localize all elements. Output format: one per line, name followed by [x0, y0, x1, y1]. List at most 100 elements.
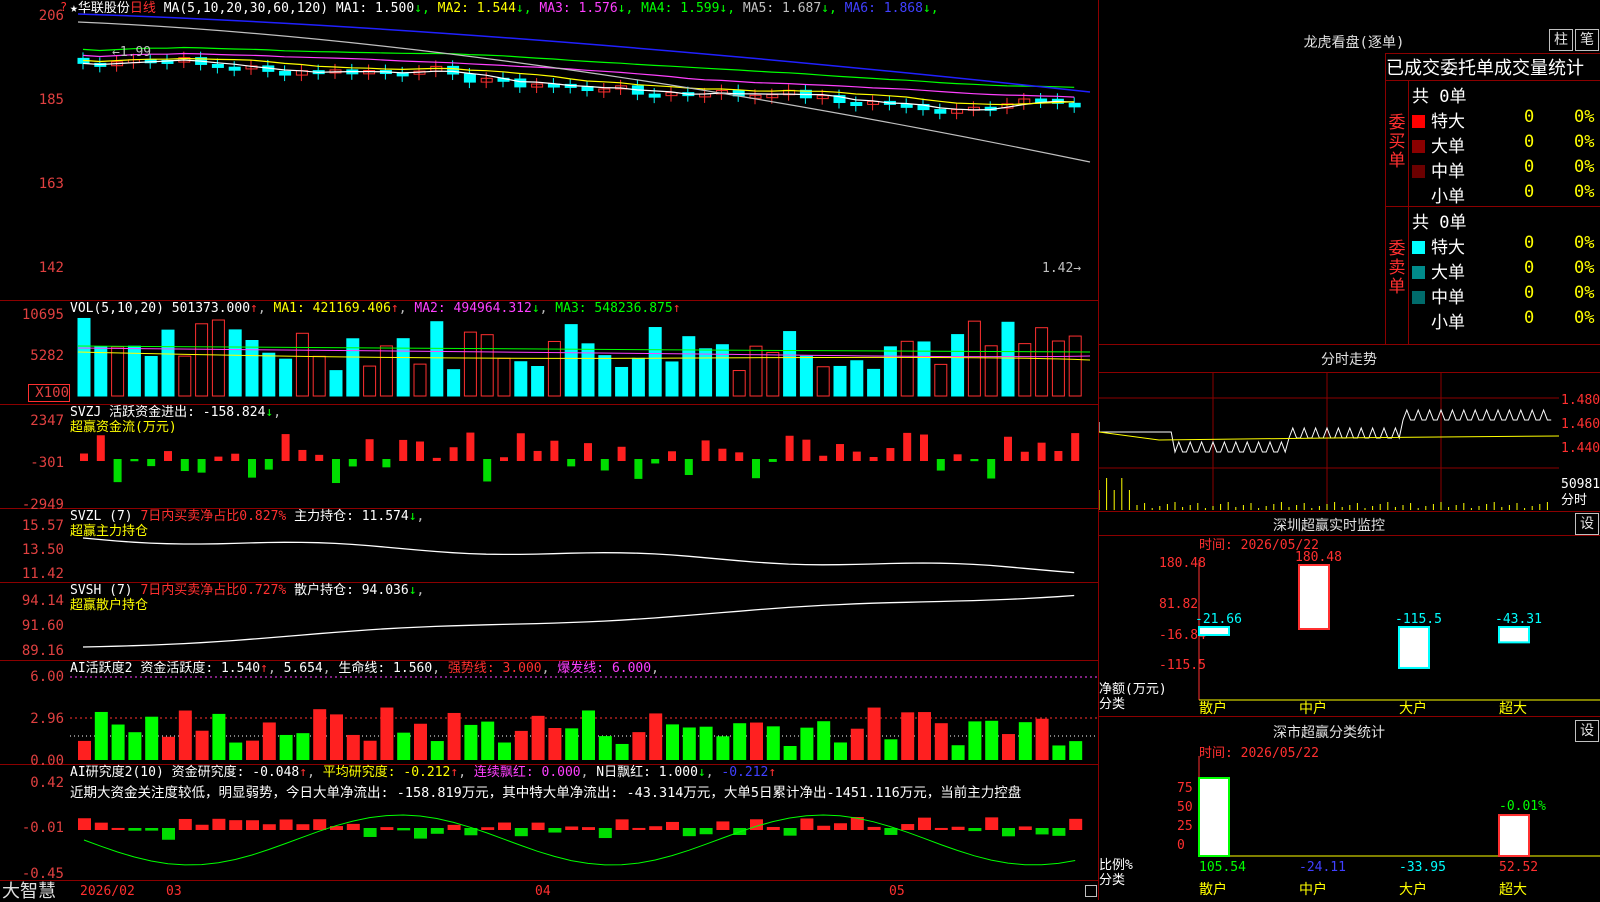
candle [463, 73, 476, 83]
ai2-bar [346, 823, 360, 830]
vol-unit: X100 [28, 384, 70, 402]
order-percent: 0% [1574, 107, 1595, 127]
x-label-mar: 03 [166, 884, 182, 899]
ai2-bar [313, 819, 327, 830]
ai1-bar [968, 721, 982, 760]
ai1-bar [514, 730, 528, 760]
candle [228, 66, 241, 71]
volume-bar [564, 324, 578, 397]
candle [211, 63, 224, 68]
order-count: 0 [1524, 258, 1535, 278]
volume-bar [463, 331, 477, 397]
ai2-bar [262, 824, 276, 830]
ai2-bar [817, 825, 831, 830]
volume-bar [1068, 335, 1082, 397]
ai2-bar [380, 827, 394, 830]
svsh-y-1: 91.60 [21, 618, 64, 634]
ai1-bar [750, 722, 763, 760]
buy-total: 共 0单 [1412, 87, 1467, 107]
monitor-settings-button[interactable]: 设 [1575, 513, 1599, 535]
monitor-cat-label: 大户 [1399, 700, 1427, 715]
volume-bar [312, 355, 326, 397]
class-bar-label: 52.52 [1499, 860, 1538, 875]
ai2-bar [229, 820, 243, 830]
ai2-bar [296, 824, 310, 830]
ai1-bar [195, 730, 209, 760]
svzj-bar [936, 459, 945, 471]
svzj-bar [903, 432, 912, 461]
svzj-bar [96, 435, 105, 461]
volume-bar [161, 329, 175, 397]
monitor-bar-label: -43.31 [1495, 612, 1542, 627]
color-swatch-icon [1412, 316, 1425, 329]
x-axis: 大智慧 2026/02 03 04 05 [0, 880, 1098, 902]
svzj-bar [550, 440, 559, 461]
order-count: 0 [1524, 107, 1535, 127]
monitor-cat-label: 散户 [1199, 700, 1227, 715]
class-cat-label: 超大 [1499, 882, 1527, 898]
candle [1035, 98, 1048, 103]
tick-view-button[interactable]: 笔 [1575, 29, 1599, 51]
svzj-bar [567, 459, 576, 467]
ai1-bar [766, 726, 780, 760]
volume-bar [144, 355, 158, 397]
volume-bar [94, 346, 108, 397]
ma5-line [77, 21, 1091, 163]
svzj-bar [684, 459, 693, 476]
class-svg: 75 50 25 0 105.54 散户 -24.11 中户 -33.95 大户 52.52 超大 -0… [1177, 756, 1600, 898]
ai1-bar [666, 724, 679, 760]
volume-bar [665, 361, 679, 397]
ai1-bar [615, 743, 629, 760]
ai2-y-2: -0.45 [21, 866, 64, 882]
svzj-y-0: 2347 [30, 413, 64, 429]
volume-bar [732, 370, 746, 397]
class-bar [1498, 814, 1530, 857]
svzl-y-2: 11.42 [21, 566, 64, 582]
svsh-line [82, 594, 1075, 648]
svzj-bar [332, 459, 340, 484]
candle [279, 70, 292, 76]
order-percent: 0% [1574, 258, 1595, 278]
ai1-bar [330, 714, 343, 760]
volume-bar [984, 345, 998, 397]
svzj-bar [617, 446, 626, 461]
ai1-bar [834, 742, 847, 760]
svzj-bar [735, 452, 744, 461]
ai1-bar [414, 723, 427, 760]
ai1-bar [850, 728, 864, 760]
candle [934, 109, 947, 114]
order-type-label: 中单 [1431, 288, 1465, 308]
ai2-bar [111, 827, 125, 830]
lock-icon[interactable] [1085, 885, 1097, 897]
low-marker: 1.42→ [1042, 261, 1081, 276]
volume-bar [850, 360, 864, 397]
ai2-bar [94, 822, 108, 830]
volume-bar [631, 357, 645, 397]
volume-bar [715, 344, 729, 397]
volume-bar [497, 357, 511, 397]
svzl-line [82, 537, 1075, 574]
ai1-y-0: 6.00 [30, 669, 64, 685]
volume-bar [648, 327, 662, 397]
volume-bar [615, 366, 629, 397]
monitor-y-label-1: 81.82 [1159, 597, 1198, 612]
volume-bar [699, 348, 713, 397]
svzj-bar [399, 439, 408, 461]
volume-bar [900, 340, 914, 397]
svzj-bar [231, 453, 240, 461]
volume-bar [195, 323, 209, 397]
ai2-bar [1069, 818, 1083, 830]
ai1-bar [380, 707, 394, 760]
volume-bar [531, 366, 545, 397]
order-count: 0 [1524, 132, 1535, 152]
chart-area[interactable]: ★华联股份日线 MA(5,10,20,30,60,120) MA1: 1.500… [0, 0, 1099, 902]
ai2-bar [783, 828, 797, 836]
svzj-bar [634, 459, 643, 479]
sell-rows-row: 大单 [1412, 258, 1465, 283]
bar-view-button[interactable]: 柱 [1549, 29, 1573, 51]
ai2-bar [430, 828, 444, 834]
volume-bar [1001, 321, 1015, 397]
volume-bar [917, 341, 931, 397]
svzj-bar [281, 434, 290, 461]
ai2-bar [968, 828, 982, 832]
